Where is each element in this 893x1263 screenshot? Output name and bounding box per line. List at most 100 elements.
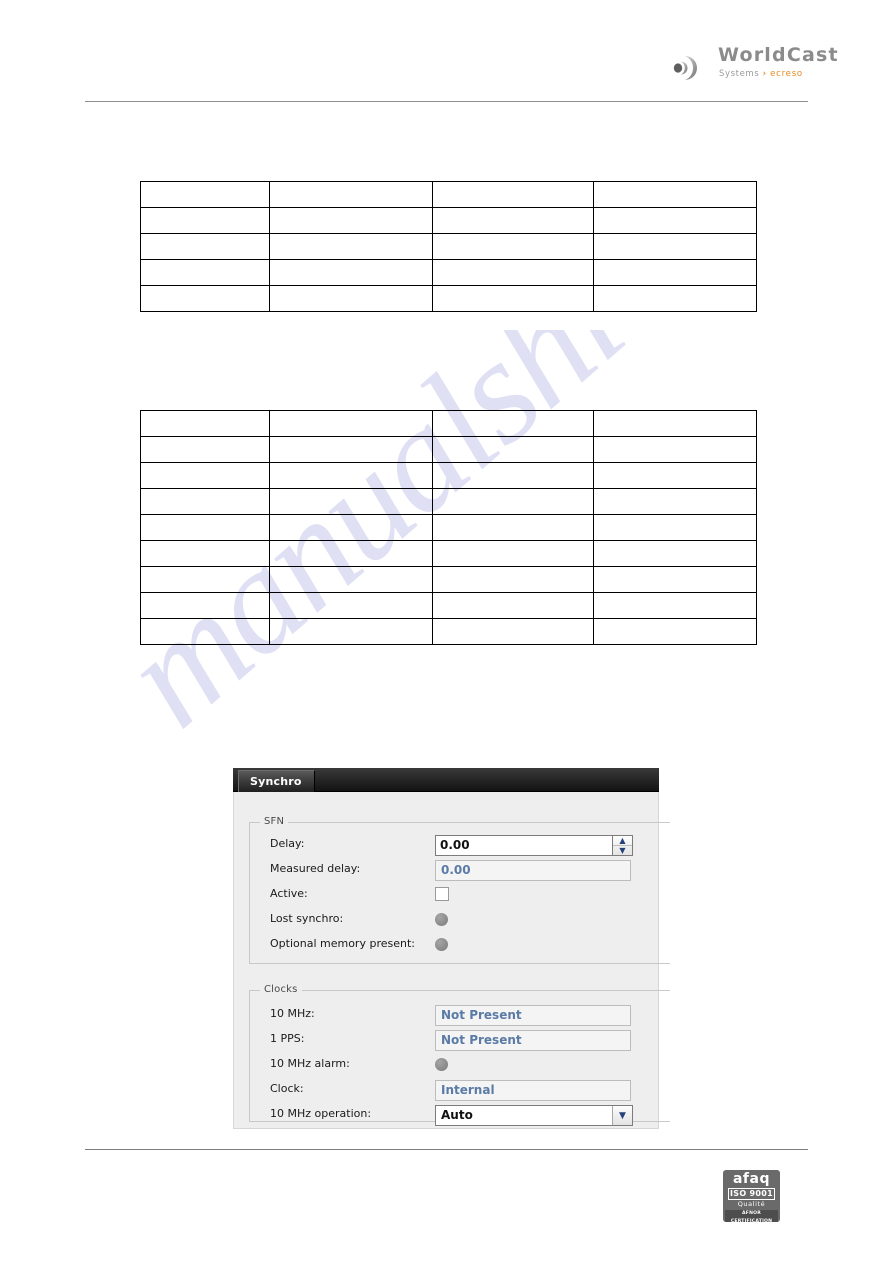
table-cell	[269, 540, 433, 567]
table-cell	[140, 436, 270, 463]
table-cell	[432, 540, 594, 567]
table-cell	[432, 233, 594, 260]
table-cell	[140, 207, 270, 234]
data-table-two	[140, 410, 757, 645]
field-row-optional-memory-present: Optional memory present:	[250, 935, 670, 960]
table-cell	[269, 207, 433, 234]
table-cell	[593, 488, 757, 515]
table-cell	[269, 436, 433, 463]
table-cell	[432, 181, 594, 208]
table-cell	[593, 618, 757, 645]
group-clocks: Clocks 10 MHz: Not Present 1 PPS: Not Prese…	[249, 984, 670, 1126]
field-row-clock: Clock: Internal	[250, 1080, 670, 1105]
table-cell	[140, 259, 270, 286]
table-cell	[140, 618, 270, 645]
1-pps-value: Not Present	[435, 1030, 631, 1051]
field-row-10-mhz: 10 MHz: Not Present	[250, 1005, 670, 1030]
table-cell	[593, 436, 757, 463]
worldcast-waves-icon	[673, 48, 710, 88]
delay-spin-buttons[interactable]: ▲ ▼	[613, 835, 633, 856]
afaq-quality: Qualité	[737, 1200, 766, 1208]
footer-divider	[85, 1149, 808, 1150]
clock-label: Clock:	[270, 1082, 304, 1095]
10-mhz-operation-selected-value: Auto	[441, 1108, 473, 1122]
panel-body: SFN Delay: 0.00 ▲ ▼ Measured delay: 0.00 Activ…	[233, 792, 670, 1129]
table-cell	[140, 233, 270, 260]
table-cell	[593, 514, 757, 541]
table-cell	[140, 592, 270, 619]
table-row	[140, 566, 757, 593]
table-cell	[432, 285, 594, 312]
delay-input[interactable]: 0.00	[435, 835, 613, 856]
table-cell	[432, 436, 594, 463]
header-divider	[85, 101, 808, 102]
table-cell	[269, 462, 433, 489]
table-cell	[269, 181, 433, 208]
table-cell	[432, 566, 594, 593]
table-row	[140, 618, 757, 645]
table-row	[140, 462, 757, 489]
delay-spinner[interactable]: 0.00 ▲ ▼	[435, 835, 633, 856]
table-row	[140, 181, 757, 208]
logo-wordmark: WorldCast	[718, 44, 839, 66]
table-cell	[432, 618, 594, 645]
tab-synchro-label: Synchro	[250, 775, 302, 788]
table-cell	[269, 259, 433, 286]
table-row	[140, 514, 757, 541]
1-pps-label: 1 PPS:	[270, 1032, 305, 1045]
table-cell	[593, 410, 757, 437]
table-cell	[593, 259, 757, 286]
10-mhz-operation-label: 10 MHz operation:	[270, 1107, 372, 1120]
table-cell	[269, 592, 433, 619]
10-mhz-operation-select[interactable]: Auto ▼	[435, 1105, 633, 1126]
table-cell	[140, 540, 270, 567]
field-row-delay: Delay: 0.00 ▲ ▼	[250, 835, 670, 860]
chevron-up-icon[interactable]: ▲	[613, 836, 632, 846]
optional-memory-present-status-led	[435, 938, 448, 951]
table-row	[140, 285, 757, 312]
table-row	[140, 259, 757, 286]
logo-chevron-icon: ›	[762, 69, 767, 79]
table-row	[140, 540, 757, 567]
chevron-down-icon[interactable]: ▼	[612, 1106, 632, 1125]
field-row-10-mhz-operation: 10 MHz operation: Auto ▼	[250, 1105, 670, 1130]
table-cell	[269, 566, 433, 593]
lost-synchro-label: Lost synchro:	[270, 912, 344, 925]
table-cell	[140, 410, 270, 437]
logo-subtitle: Systems › ecreso	[719, 70, 803, 79]
table-cell	[593, 285, 757, 312]
delay-label: Delay:	[270, 837, 305, 850]
tab-synchro[interactable]: Synchro	[238, 770, 315, 792]
table-cell	[432, 514, 594, 541]
table-cell	[269, 285, 433, 312]
table-cell	[593, 233, 757, 260]
measured-delay-value: 0.00	[435, 860, 631, 881]
table-cell	[269, 233, 433, 260]
field-row-active: Active:	[250, 885, 670, 910]
table-cell	[432, 488, 594, 515]
measured-delay-label: Measured delay:	[270, 862, 361, 875]
afaq-body: AFNOR CERTIFICATION	[725, 1210, 778, 1222]
field-row-lost-synchro: Lost synchro:	[250, 910, 670, 935]
chevron-down-icon[interactable]: ▼	[613, 846, 632, 855]
table-cell	[593, 566, 757, 593]
lost-synchro-status-led	[435, 913, 448, 926]
field-row-measured-delay: Measured delay: 0.00	[250, 860, 670, 885]
table-cell	[140, 181, 270, 208]
table-cell	[593, 592, 757, 619]
10-mhz-label: 10 MHz:	[270, 1007, 315, 1020]
active-checkbox[interactable]	[435, 887, 449, 901]
table-cell	[269, 618, 433, 645]
active-label: Active:	[270, 887, 308, 900]
table-cell	[269, 514, 433, 541]
table-cell	[593, 207, 757, 234]
table-cell	[432, 259, 594, 286]
table-cell	[140, 285, 270, 312]
table-row	[140, 410, 757, 437]
clock-value: Internal	[435, 1080, 631, 1101]
table-cell	[432, 207, 594, 234]
tab-strip: Synchro	[233, 768, 659, 792]
logo-sub-brand: ecreso	[770, 69, 803, 79]
document-page: manualshive.com WorldCast Systems › ecre…	[0, 0, 893, 1263]
table-cell	[140, 566, 270, 593]
